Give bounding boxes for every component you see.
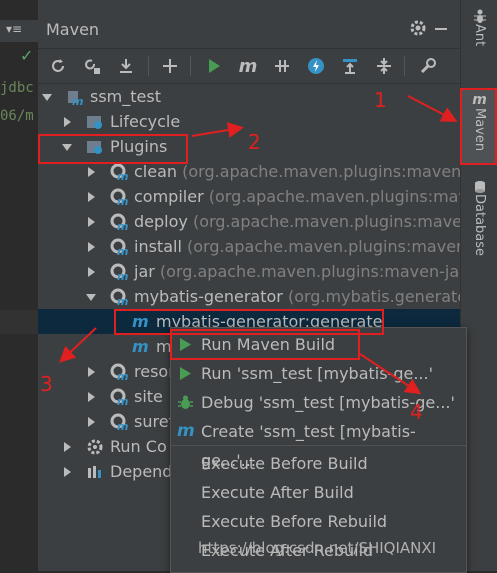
annotation-arrow bbox=[59, 327, 97, 363]
annotation-arrow bbox=[359, 353, 422, 395]
watermark-text: https://blog.csdn.net/SHIQIANXI bbox=[198, 539, 437, 557]
annotation-arrow bbox=[407, 95, 458, 122]
annotation-arrow bbox=[191, 122, 244, 138]
annotation-arrows bbox=[59, 95, 458, 395]
